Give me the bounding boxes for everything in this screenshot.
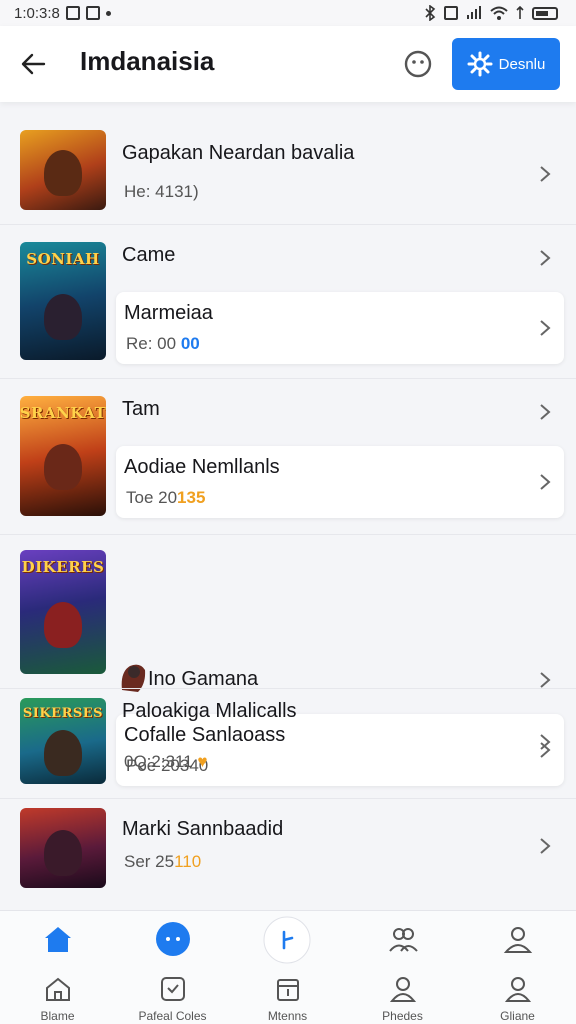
list-item[interactable]: Marki Sannbaadid Ser 25110 <box>0 802 576 902</box>
dot-icon <box>105 10 111 16</box>
row-subtitle: Ser 25110 <box>124 852 201 872</box>
row-title: Came <box>122 244 176 266</box>
card-title: Marmeiaa <box>124 302 213 324</box>
chevron-right-icon <box>540 404 551 420</box>
row-subtitle: 0Q:2:311 ♥ <box>124 752 208 772</box>
game-thumbnail: SIKERSES <box>20 698 106 784</box>
thumbnail-title: DIKERES <box>21 558 105 576</box>
chevron-right-icon <box>540 672 551 688</box>
list-item[interactable]: SONIAH Came Marmeiaa Re: 00 00 <box>0 232 576 372</box>
chevron-right-icon <box>540 250 551 266</box>
list-item[interactable]: Gapakan Neardan bavalia He: 4131) <box>0 112 576 222</box>
card-subtitle-prefix: Re: 00 <box>126 334 177 353</box>
sub-card[interactable]: Marmeiaa Re: 00 00 <box>116 292 564 364</box>
people-icon[interactable] <box>385 921 421 957</box>
row-subtitle-text: 0Q:2:311 <box>124 752 193 771</box>
calendar-icon[interactable] <box>272 975 304 1003</box>
game-thumbnail: SONIAH <box>20 242 106 360</box>
row-subtitle-prefix: Ser 25 <box>124 852 175 871</box>
gear-icon <box>467 51 493 77</box>
row-title: Tam <box>122 398 160 420</box>
heart-icon: ♥ <box>197 752 208 771</box>
back-arrow-icon[interactable] <box>18 48 50 80</box>
divider <box>0 378 576 379</box>
card-title: Aodiae Nemllanls <box>124 456 280 478</box>
character-figure <box>44 730 82 776</box>
add-circle-icon[interactable] <box>262 915 312 965</box>
character-figure <box>44 294 82 340</box>
wifi-icon <box>490 6 508 20</box>
game-thumbnail <box>20 130 106 210</box>
nav-item-profile[interactable]: Gliane <box>460 911 575 1024</box>
chevron-right-icon <box>540 320 551 336</box>
row-subtitle-highlight: 110 <box>174 852 202 871</box>
game-thumbnail: DIKERES <box>20 550 106 674</box>
list-item[interactable]: DIKERES Ino Gamana Cofalle Sanlaoass Poe… <box>0 542 576 786</box>
nav-label: Blame <box>40 1009 75 1023</box>
nav-item-home[interactable]: Blame <box>0 911 115 1024</box>
nav-label: Gliane <box>500 1009 535 1023</box>
notification-icon <box>65 6 80 20</box>
nav-item-items[interactable]: Mtenns <box>230 911 345 1024</box>
row-title: Paloakiga Mlalicalls <box>122 700 297 722</box>
chevron-right-icon <box>540 166 551 182</box>
row-title: Gapakan Neardan bavalia <box>122 142 355 164</box>
divider <box>0 688 576 689</box>
row-subtitle: He: 4131) <box>124 182 199 201</box>
primary-action-label: Desnlu <box>498 55 546 73</box>
nav-label: Mtenns <box>267 1009 308 1023</box>
character-figure <box>44 602 82 648</box>
character-figure <box>44 150 82 196</box>
thumbnail-title: SONIAH <box>26 250 100 268</box>
status-time: 1:0:3:8 <box>14 4 60 22</box>
nav-item-messages[interactable]: Pafeal Coles <box>115 911 230 1024</box>
thumbnail-title: SRANKAT <box>20 404 106 422</box>
row-title: Marki Sannbaadid <box>122 818 284 840</box>
list-item[interactable]: SRANKAT Tam Aodiae Nemllanls Toe 20135 <box>0 386 576 526</box>
thumbnail-title: SIKERSES <box>22 706 104 721</box>
status-bar: 1:0:3:8 <box>0 0 576 26</box>
card-subtitle-highlight: 00 <box>180 334 200 353</box>
data-icon <box>516 6 524 19</box>
person-icon[interactable] <box>387 975 419 1003</box>
divider <box>0 798 576 799</box>
divider <box>0 534 576 535</box>
profile-icon[interactable] <box>502 975 534 1003</box>
character-figure <box>44 444 82 490</box>
nav-label: Pafeal Coles <box>138 1009 207 1023</box>
character-figure <box>44 830 82 876</box>
chevron-right-icon <box>540 838 551 854</box>
smiley-icon[interactable] <box>402 48 434 80</box>
app-header: Imdanaisia Desnlu <box>0 26 576 102</box>
chevron-right-icon <box>540 734 551 750</box>
card-subtitle-prefix: Toe 20 <box>126 488 178 507</box>
profile-icon[interactable] <box>500 921 536 957</box>
nav-label: Phedes <box>382 1009 423 1023</box>
nav-item-friends[interactable]: Phedes <box>345 911 460 1024</box>
game-thumbnail: SRANKAT <box>20 396 106 516</box>
check-square-icon[interactable] <box>157 975 189 1003</box>
home-icon[interactable] <box>42 975 74 1003</box>
battery-icon <box>532 6 558 20</box>
home-icon-filled[interactable] <box>40 921 76 957</box>
bottom-navigation: Blame Pafeal Coles Mtenns Phedes Gliane <box>0 910 576 1024</box>
bluetooth-icon <box>425 5 436 21</box>
chat-bubble-icon[interactable] <box>155 921 191 957</box>
card-subtitle: Toe 20135 <box>126 488 205 508</box>
signal-icon <box>467 6 481 19</box>
chevron-right-icon <box>540 474 551 490</box>
mail-icon <box>85 6 100 20</box>
divider <box>0 224 576 225</box>
page-title: Imdanaisia <box>80 46 215 76</box>
card-subtitle: Re: 00 00 <box>126 334 200 354</box>
card-subtitle-highlight: 135 <box>177 488 206 507</box>
primary-action-button[interactable]: Desnlu <box>452 38 560 90</box>
list-item[interactable]: SIKERSES Paloakiga Mlalicalls 0Q:2:311 ♥ <box>0 696 576 796</box>
game-thumbnail <box>20 808 106 888</box>
sub-card[interactable]: Aodiae Nemllanls Toe 20135 <box>116 446 564 518</box>
vibrate-icon <box>444 6 458 20</box>
